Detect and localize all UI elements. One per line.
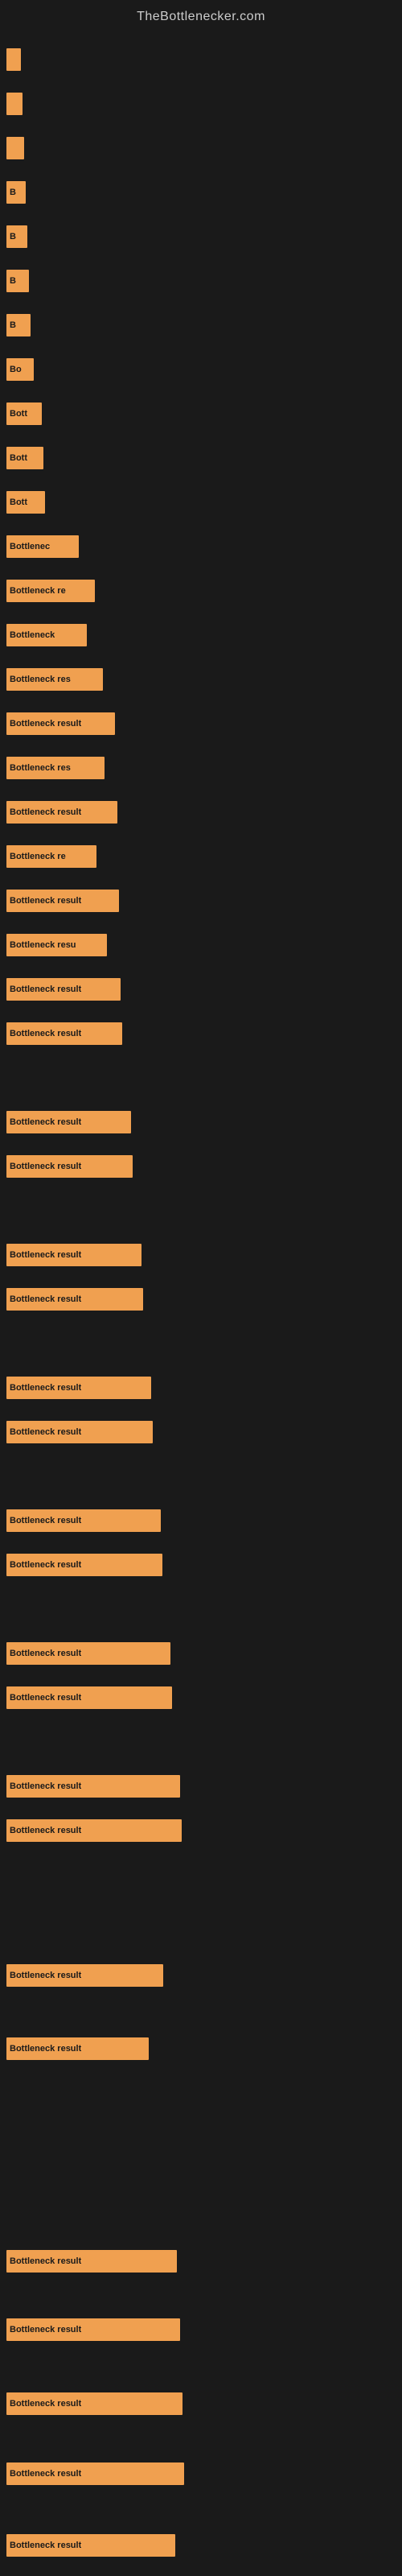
bar-label-18: Bottleneck result [10, 807, 81, 817]
bar-item-18: Bottleneck result [6, 801, 117, 824]
bar-label-12: Bottlenec [10, 542, 50, 551]
bar-item-16: Bottleneck result [6, 712, 115, 735]
bar-label-33: Bottleneck result [10, 1693, 81, 1703]
bar-item-31: Bottleneck result [6, 1554, 162, 1576]
bar-label-10: Bott [10, 453, 27, 463]
bar-item-24: Bottleneck result [6, 1111, 131, 1133]
bar-item-30: Bottleneck result [6, 1509, 161, 1532]
bar-item-41: Bottleneck result [6, 2462, 184, 2485]
bar-label-20: Bottleneck result [10, 896, 81, 906]
bar-label-7: B [10, 320, 16, 330]
bar-label-28: Bottleneck result [10, 1383, 81, 1393]
bar-item-20: Bottleneck result [6, 890, 119, 912]
bar-label-31: Bottleneck result [10, 1560, 81, 1570]
bar-label-13: Bottleneck re [10, 586, 66, 596]
bar-item-23: Bottleneck result [6, 1022, 122, 1045]
bar-item-32: Bottleneck result [6, 1642, 170, 1665]
bar-item-28: Bottleneck result [6, 1377, 151, 1399]
bar-item-38: Bottleneck result [6, 2250, 177, 2273]
bar-label-11: Bott [10, 497, 27, 507]
bar-label-41: Bottleneck result [10, 2469, 81, 2479]
bar-label-8: Bo [10, 365, 22, 374]
bar-item-36: Bottleneck result [6, 1964, 163, 1987]
bar-label-25: Bottleneck result [10, 1162, 81, 1171]
bar-label-22: Bottleneck result [10, 985, 81, 994]
bar-item-1 [6, 48, 21, 71]
bar-item-6: B [6, 270, 29, 292]
bar-item-40: Bottleneck result [6, 2392, 183, 2415]
bar-item-5: B [6, 225, 27, 248]
bar-label-29: Bottleneck result [10, 1427, 81, 1437]
bar-item-21: Bottleneck resu [6, 934, 107, 956]
bar-item-2 [6, 93, 23, 115]
bar-label-24: Bottleneck result [10, 1117, 81, 1127]
bar-item-8: Bo [6, 358, 34, 381]
bar-label-34: Bottleneck result [10, 1781, 81, 1791]
bar-item-37: Bottleneck result [6, 2037, 149, 2060]
bar-label-23: Bottleneck result [10, 1029, 81, 1038]
bar-item-13: Bottleneck re [6, 580, 95, 602]
bar-item-27: Bottleneck result [6, 1288, 143, 1311]
bar-label-38: Bottleneck result [10, 2256, 81, 2266]
bar-item-17: Bottleneck res [6, 757, 105, 779]
bar-label-9: Bott [10, 409, 27, 419]
bar-label-32: Bottleneck result [10, 1649, 81, 1658]
bar-label-4: B [10, 188, 16, 197]
bar-item-4: B [6, 181, 26, 204]
bar-label-14: Bottleneck [10, 630, 55, 640]
site-title: TheBottlenecker.com [0, 0, 402, 31]
bar-label-30: Bottleneck result [10, 1516, 81, 1525]
bar-item-39: Bottleneck result [6, 2318, 180, 2341]
bar-item-7: B [6, 314, 31, 336]
bar-item-19: Bottleneck re [6, 845, 96, 868]
bar-item-10: Bott [6, 447, 43, 469]
bar-label-39: Bottleneck result [10, 2325, 81, 2334]
bar-item-26: Bottleneck result [6, 1244, 142, 1266]
bar-item-25: Bottleneck result [6, 1155, 133, 1178]
bar-item-14: Bottleneck [6, 624, 87, 646]
bar-item-11: Bott [6, 491, 45, 514]
bar-item-35: Bottleneck result [6, 1819, 182, 1842]
bar-label-26: Bottleneck result [10, 1250, 81, 1260]
bar-label-36: Bottleneck result [10, 1971, 81, 1980]
bar-item-3 [6, 137, 24, 159]
bar-label-6: B [10, 276, 16, 286]
bar-item-29: Bottleneck result [6, 1421, 153, 1443]
bar-label-15: Bottleneck res [10, 675, 71, 684]
bar-label-37: Bottleneck result [10, 2044, 81, 2054]
chart-area: TheBottlenecker.com B B B B Bo Bott Bott Bott Bo… [0, 0, 402, 2576]
bar-label-42: Bottleneck result [10, 2541, 81, 2550]
bar-label-16: Bottleneck result [10, 719, 81, 729]
bar-item-34: Bottleneck result [6, 1775, 180, 1798]
bar-item-9: Bott [6, 402, 42, 425]
bar-label-35: Bottleneck result [10, 1826, 81, 1835]
bar-label-19: Bottleneck re [10, 852, 66, 861]
bar-label-27: Bottleneck result [10, 1294, 81, 1304]
bar-label-17: Bottleneck res [10, 763, 71, 773]
bar-label-21: Bottleneck resu [10, 940, 76, 950]
bar-item-33: Bottleneck result [6, 1686, 172, 1709]
bar-label-5: B [10, 232, 16, 242]
bar-item-15: Bottleneck res [6, 668, 103, 691]
bar-item-22: Bottleneck result [6, 978, 121, 1001]
bar-label-40: Bottleneck result [10, 2399, 81, 2409]
bar-item-42: Bottleneck result [6, 2534, 175, 2557]
bar-item-12: Bottlenec [6, 535, 79, 558]
